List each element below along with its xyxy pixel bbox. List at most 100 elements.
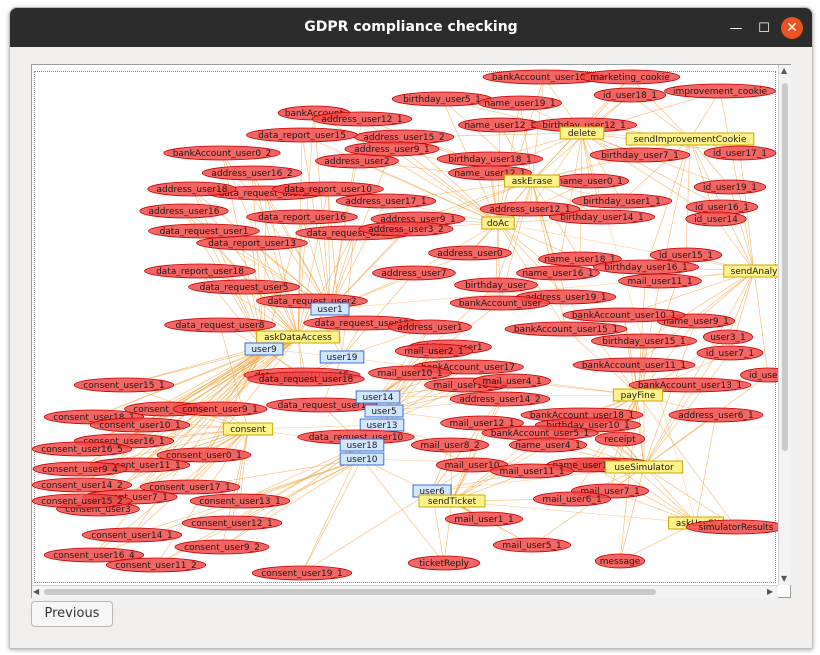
graph-node[interactable]: consent_user14_1	[81, 527, 183, 543]
graph-node[interactable]: ticketReply	[407, 555, 481, 571]
graph-node[interactable]: birthday_user1_1	[571, 193, 673, 209]
graph-node[interactable]: name_user0_1	[551, 173, 630, 189]
graph-node[interactable]: simulatorResults	[685, 519, 778, 535]
vertical-scrollbar[interactable]: ▲ ▼	[778, 65, 791, 585]
scroll-left-icon[interactable]: ◀	[33, 587, 39, 596]
graph-node[interactable]: birthday_user16_1	[593, 259, 700, 275]
graph-node[interactable]: id_user0	[740, 367, 778, 383]
graph-node[interactable]: consent_user13_1	[189, 493, 291, 509]
graph-node[interactable]: mail_user10_1	[368, 365, 452, 381]
action-node[interactable]: useSimulator	[604, 460, 684, 474]
graph-node[interactable]: data_request_user5	[188, 279, 300, 295]
graph-node[interactable]: data_request_user1	[148, 223, 260, 239]
graph-node[interactable]: marketing_cookie	[579, 69, 681, 85]
graph-node[interactable]: data_report_user10	[272, 181, 384, 197]
graph-node[interactable]: name_user19_1	[478, 95, 562, 111]
graph-node[interactable]: name_user4_1	[508, 437, 587, 453]
user-node[interactable]: user5	[364, 404, 404, 418]
action-node[interactable]: sendTicket	[418, 494, 486, 508]
graph-node[interactable]: address_user14_2	[449, 391, 551, 407]
user-node[interactable]: user14	[355, 390, 401, 404]
graph-node[interactable]: mail_user2_1	[394, 343, 473, 359]
user-node[interactable]: user10	[339, 452, 385, 466]
horizontal-scroll-thumb[interactable]	[44, 589, 656, 595]
graph-node[interactable]: address_user12_1	[479, 201, 581, 217]
graph-node[interactable]: address_user18	[147, 181, 237, 197]
graph-node[interactable]: address_user9_1	[344, 141, 440, 157]
graph-node[interactable]: birthday_user	[454, 277, 538, 293]
graph-node[interactable]: data_request_user18	[247, 371, 365, 387]
horizontal-scrollbar[interactable]: ◀ ▶	[32, 585, 778, 598]
graph-node[interactable]: bankAccount_user10_1	[562, 307, 686, 323]
scroll-up-icon[interactable]: ▲	[781, 66, 787, 75]
graph-node[interactable]: consent_user19_1	[251, 565, 353, 581]
graph-node[interactable]: birthday_user18_1	[436, 151, 543, 167]
graph-node[interactable]: message	[595, 553, 646, 569]
graph-node[interactable]: name_user12_1	[458, 117, 542, 133]
graph-node[interactable]: mail_user11_1	[490, 463, 574, 479]
graph-node[interactable]: address_user6_1	[668, 407, 764, 423]
action-node[interactable]: sendImprovementCookie	[625, 132, 755, 146]
action-node[interactable]: sendAnaly	[723, 264, 778, 278]
user-node[interactable]: user13	[359, 418, 405, 432]
graph-node[interactable]: mail_user4_1	[472, 373, 551, 389]
maximize-button[interactable]: ☐	[753, 17, 775, 39]
graph-node[interactable]: mail_user5_1	[492, 537, 571, 553]
graph-node[interactable]: consent_user12_1	[181, 515, 283, 531]
graph-node[interactable]: consent_user15_2	[32, 493, 133, 509]
vertical-scroll-thumb[interactable]	[782, 83, 788, 451]
action-node[interactable]: askErase	[504, 174, 560, 188]
graph-node[interactable]: consent_user15_1	[73, 377, 175, 393]
previous-button[interactable]: Previous	[31, 601, 113, 627]
graph-node[interactable]: data_report_user15	[246, 127, 358, 143]
scroll-right-icon[interactable]: ▶	[767, 587, 773, 596]
graph-node[interactable]: bankAccount_user11_1	[572, 357, 696, 373]
graph-node[interactable]: address_user16	[139, 203, 229, 219]
graph-node[interactable]: consent_user10_1	[89, 417, 191, 433]
action-node[interactable]: payFine	[612, 388, 664, 402]
graph-node[interactable]: address_user7	[372, 265, 456, 281]
graph-node[interactable]: address_user1	[388, 319, 472, 335]
graph-node[interactable]: data_request_user8	[164, 317, 276, 333]
graph-node[interactable]: consent_user9_2	[174, 539, 270, 555]
graph-node[interactable]: consent_user16_5	[32, 441, 133, 457]
graph-node[interactable]: id_user19_1	[693, 179, 767, 195]
graph-node[interactable]: name_user16_1	[516, 265, 600, 281]
graph-canvas[interactable]: bankAccount_user19_1marketing_cookieimpr…	[32, 65, 778, 585]
action-node[interactable]: askDataAccess	[256, 330, 340, 344]
graph-node[interactable]: consent_user9_1	[172, 401, 268, 417]
scroll-down-icon[interactable]: ▼	[781, 574, 787, 583]
graph-node[interactable]: id_user14	[685, 211, 747, 227]
graph-node[interactable]: mail_user8_2	[410, 437, 489, 453]
graph-node[interactable]: bankAccount_user	[449, 295, 551, 311]
graph-node[interactable]: id_user18_1	[593, 87, 667, 103]
graph-node[interactable]: consent_user11_2	[105, 557, 207, 573]
graph-node[interactable]: data_report_user18	[144, 263, 256, 279]
graph-node[interactable]: address_user12_1	[311, 111, 413, 127]
graph-node[interactable]: mail_user6_1	[532, 491, 611, 507]
graph-node[interactable]: receipt	[595, 431, 646, 447]
graph-node[interactable]: id_user17_1	[703, 145, 777, 161]
graph-viewport[interactable]: bankAccount_user19_1 marketing_cookie impr…	[32, 65, 778, 585]
graph-node[interactable]: bankAccount_user0_2	[163, 145, 281, 161]
action-node[interactable]: delete	[559, 126, 605, 140]
graph-node[interactable]: birthday_user15_1	[591, 333, 698, 349]
graph-node[interactable]: improvement_cookie	[664, 83, 776, 99]
graph-node[interactable]: address_user17_1	[335, 193, 437, 209]
graph-node[interactable]: mail_user11_1	[618, 273, 702, 289]
graph-node[interactable]: consent_user9_4	[32, 461, 128, 477]
graph-node[interactable]: address_user0	[428, 245, 512, 261]
graph-node[interactable]: birthday_user7_1	[589, 147, 691, 163]
action-node[interactable]: doAc	[481, 216, 515, 230]
action-node[interactable]: consent	[222, 422, 274, 436]
user-node[interactable]: user18	[339, 438, 385, 452]
graph-node[interactable]: birthday_user5_1	[391, 91, 493, 107]
user-node[interactable]: user19	[319, 350, 365, 364]
minimize-button[interactable]: —	[725, 17, 747, 39]
close-button[interactable]: ✕	[781, 17, 803, 39]
graph-node[interactable]: user3_1	[703, 329, 754, 345]
graph-node[interactable]: id_user7_1	[696, 345, 764, 361]
graph-node[interactable]: data_report_user16	[246, 209, 358, 225]
graph-node[interactable]: address_user16_2	[201, 165, 303, 181]
user-node[interactable]: user1	[310, 302, 350, 316]
